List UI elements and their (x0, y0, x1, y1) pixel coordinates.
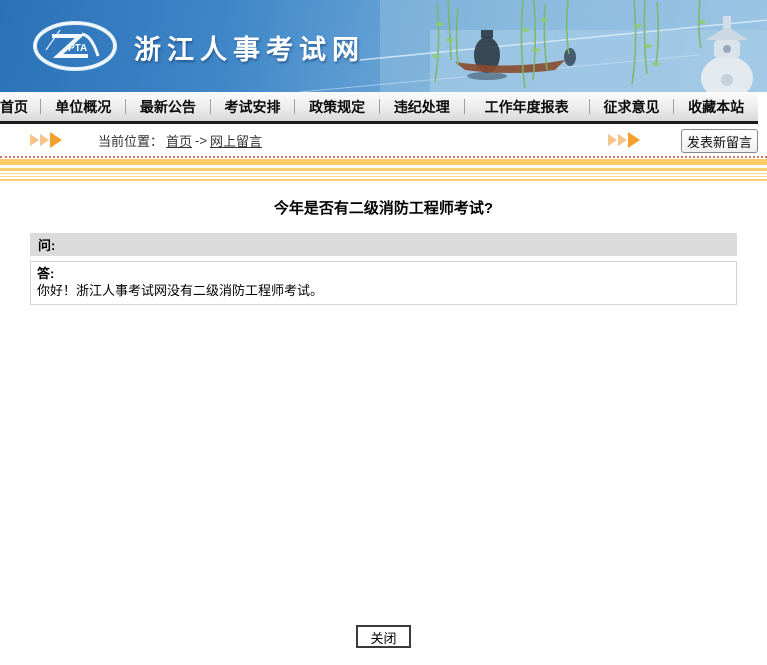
breadcrumb-prefix: 当前位置： (98, 131, 163, 150)
breadcrumb-home-link[interactable]: 首页 (166, 131, 192, 150)
site-title: 浙江人事考试网 (134, 28, 365, 67)
breadcrumb-arrows-icon (30, 132, 68, 148)
nav-item-violations[interactable]: 违纪处理 (380, 92, 464, 121)
nav-item-annual-report[interactable]: 工作年度报表 (465, 92, 589, 121)
orange-rule-medium (0, 168, 767, 171)
main-nav: 首页 单位概况 最新公告 考试安排 政策规定 违纪处理 工作年度报表 征求意见 … (0, 92, 758, 124)
question-label: 问: (38, 235, 55, 254)
answer-box: 答: 你好！浙江人事考试网没有二级消防工程师考试。 (30, 261, 737, 305)
answer-label: 答: (37, 265, 730, 282)
nav-item-about[interactable]: 单位概况 (41, 92, 125, 121)
nav-item-feedback[interactable]: 征求意见 (590, 92, 674, 121)
orange-rule-thin (0, 179, 767, 181)
breadcrumb-arrows-right-icon (608, 132, 646, 148)
arrow-right-icon (50, 132, 62, 148)
logo-sub-text: PTA (68, 43, 87, 54)
nav-item-policies[interactable]: 政策规定 (295, 92, 379, 121)
nav-item-exam-schedule[interactable]: 考试安排 (211, 92, 295, 121)
new-message-button[interactable]: 发表新留言 (681, 129, 758, 153)
decorative-rules (0, 159, 767, 181)
arrow-right-icon (608, 134, 617, 146)
site-banner: PTA 浙江人事考试网 (0, 0, 767, 92)
breadcrumb-current-link[interactable]: 网上留言 (210, 131, 262, 150)
boat-figure-icon (564, 48, 576, 66)
close-button-area: 关闭 (0, 625, 767, 648)
nav-item-announcements[interactable]: 最新公告 (126, 92, 210, 121)
orange-rule-thin (0, 173, 767, 174)
answer-text: 你好！浙江人事考试网没有二级消防工程师考试。 (37, 282, 730, 299)
orange-rule-thick (0, 159, 767, 165)
nav-item-home[interactable]: 首页 (0, 92, 40, 121)
arrow-right-icon (40, 134, 49, 146)
nav-item-bookmark[interactable]: 收藏本站 (674, 92, 758, 121)
arrow-right-icon (628, 132, 640, 148)
arrow-right-icon (30, 134, 39, 146)
question-title: 今年是否有二级消防工程师考试? (0, 197, 767, 218)
breadcrumb-arrow: -> (195, 133, 207, 148)
breadcrumb: 当前位置： 首页 -> 网上留言 (98, 131, 262, 150)
close-button[interactable]: 关闭 (356, 625, 410, 648)
arrow-right-icon (618, 134, 627, 146)
question-label-bar: 问: (30, 233, 737, 256)
zpta-logo: PTA (32, 20, 118, 72)
breadcrumb-row: 当前位置： 首页 -> 网上留言 发表新留言 (0, 124, 767, 158)
orange-rule-thin (0, 176, 767, 177)
